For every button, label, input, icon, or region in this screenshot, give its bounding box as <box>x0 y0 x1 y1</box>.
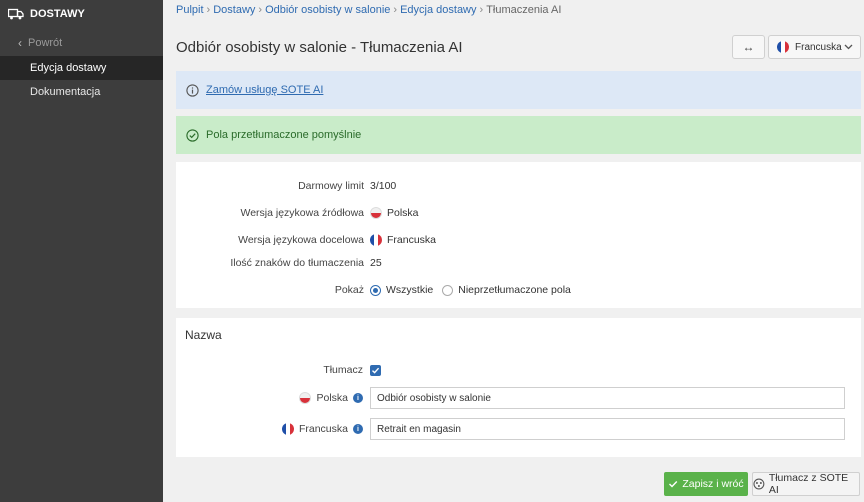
sidebar-item-label: Dokumentacja <box>30 86 101 98</box>
info-icon[interactable]: i <box>353 424 363 434</box>
breadcrumb-link-pulpit[interactable]: Pulpit <box>176 4 204 16</box>
radio-all[interactable] <box>370 284 381 296</box>
poland-flag-icon <box>299 392 312 404</box>
language-select-value: Francuska <box>795 41 842 53</box>
polish-name-label: Polska i <box>176 392 370 404</box>
page-title: Odbiór osobisty w salonie - Tłumaczenia … <box>176 39 463 56</box>
french-name-field[interactable]: Retrait en magasin <box>370 418 845 440</box>
language-select[interactable]: Francuska <box>768 35 861 59</box>
section-title: Nazwa <box>185 328 222 342</box>
show-filter-row: Pokaż Wszystkie Nieprzetłumaczone pola <box>176 282 861 298</box>
chars-count-row: Ilość znaków do tłumaczenia 25 <box>176 255 861 271</box>
main-content: Pulpit › Dostawy › Odbiór osobisty w salonie… <box>163 0 864 502</box>
translate-with-ai-button[interactable]: Tłumacz z SOTE AI <box>752 472 860 496</box>
swap-button[interactable]: ↔ <box>732 35 765 59</box>
target-language-text: Francuska <box>387 234 437 246</box>
french-name-label: Francuska i <box>176 423 370 435</box>
france-flag-icon <box>281 423 294 435</box>
breadcrumb: Pulpit › Dostawy › Odbiór osobisty w salonie… <box>176 4 561 16</box>
info-alert: Zamów usługę SOTE AI <box>176 71 861 109</box>
sidebar-title: DOSTAWY <box>30 8 85 20</box>
ai-button-label: Tłumacz z SOTE AI <box>768 472 849 496</box>
check-circle-icon <box>186 128 199 142</box>
polish-name-row: Polska i Odbiór osobisty w salonie <box>176 387 861 409</box>
breadcrumb-link-edit[interactable]: Edycja dostawy <box>400 4 476 16</box>
chevron-left-icon: ‹ <box>18 36 22 50</box>
breadcrumb-separator: › <box>479 4 484 16</box>
french-name-row: Francuska i Retrait en magasin <box>176 418 861 440</box>
chars-count-value: 25 <box>370 257 382 269</box>
breadcrumb-link-dostawy[interactable]: Dostawy <box>213 4 255 16</box>
free-limit-label: Darmowy limit <box>298 180 364 192</box>
target-language-value: Francuska <box>370 234 436 246</box>
source-language-text: Polska <box>387 207 419 219</box>
success-alert: Pola przetłumaczone pomyślnie <box>176 116 861 154</box>
polish-name-field[interactable]: Odbiór osobisty w salonie <box>370 387 845 409</box>
france-flag-icon <box>370 234 382 246</box>
free-limit-row: Darmowy limit 3/100 <box>176 178 861 194</box>
chevron-down-icon <box>844 44 853 50</box>
save-and-return-button[interactable]: Zapisz i wróć <box>664 472 748 496</box>
french-label-text: Francuska <box>298 423 348 435</box>
breadcrumb-link-delivery[interactable]: Odbiór osobisty w salonie <box>265 4 390 16</box>
france-flag-icon <box>777 41 789 53</box>
truck-icon <box>8 8 24 20</box>
name-section-panel: Nazwa Tłumacz Polska i Odbiór osobisty w… <box>176 318 861 457</box>
free-limit-value: 3/100 <box>370 180 397 192</box>
save-button-label: Zapisz i wróć <box>682 478 744 490</box>
source-language-value: Polska <box>370 207 419 219</box>
show-filter-label: Pokaż <box>334 284 364 296</box>
translation-summary-panel: Darmowy limit 3/100 Wersja językowa źród… <box>176 162 861 308</box>
breadcrumb-separator: › <box>393 4 398 16</box>
translate-checkbox[interactable] <box>370 364 381 376</box>
back-link[interactable]: ‹ Powrót <box>0 30 163 56</box>
sidebar: DOSTAWY ‹ Powrót Edycja dostawy Dokument… <box>0 0 163 502</box>
poland-flag-icon <box>370 207 382 219</box>
polish-label-text: Polska <box>316 392 348 404</box>
chars-count-label: Ilość znaków do tłumaczenia <box>230 257 364 269</box>
sidebar-item-edycja-dostawy[interactable]: Edycja dostawy <box>0 56 163 80</box>
checkmark-icon <box>372 367 380 374</box>
sote-ai-icon <box>753 478 765 490</box>
show-filter-options: Wszystkie Nieprzetłumaczone pola <box>370 284 571 296</box>
source-language-row: Wersja językowa źródłowa Polska <box>176 205 861 221</box>
sidebar-header: DOSTAWY <box>0 0 163 28</box>
back-label: Powrót <box>28 37 63 49</box>
sidebar-item-label: Edycja dostawy <box>30 62 107 74</box>
source-language-label: Wersja językowa źródłowa <box>240 207 364 219</box>
target-language-row: Wersja językowa docelowa Francuska <box>176 232 861 248</box>
swap-icon: ↔ <box>742 40 755 54</box>
sidebar-item-dokumentacja[interactable]: Dokumentacja <box>0 80 163 104</box>
translate-row: Tłumacz <box>176 363 861 377</box>
radio-untranslated-label[interactable]: Nieprzetłumaczone pola <box>458 284 571 296</box>
check-icon <box>669 481 678 488</box>
order-sote-ai-link[interactable]: Zamów usługę SOTE AI <box>206 84 323 96</box>
radio-untranslated[interactable] <box>442 284 454 296</box>
success-message: Pola przetłumaczone pomyślnie <box>206 129 362 141</box>
radio-all-label[interactable]: Wszystkie <box>386 284 433 296</box>
info-icon[interactable]: i <box>353 393 363 403</box>
breadcrumb-separator: › <box>206 4 211 16</box>
target-language-label: Wersja językowa docelowa <box>238 234 364 246</box>
translate-label: Tłumacz <box>323 364 363 376</box>
info-icon <box>186 83 199 97</box>
breadcrumb-separator: › <box>258 4 263 16</box>
breadcrumb-current: Tłumaczenia AI <box>486 4 562 16</box>
